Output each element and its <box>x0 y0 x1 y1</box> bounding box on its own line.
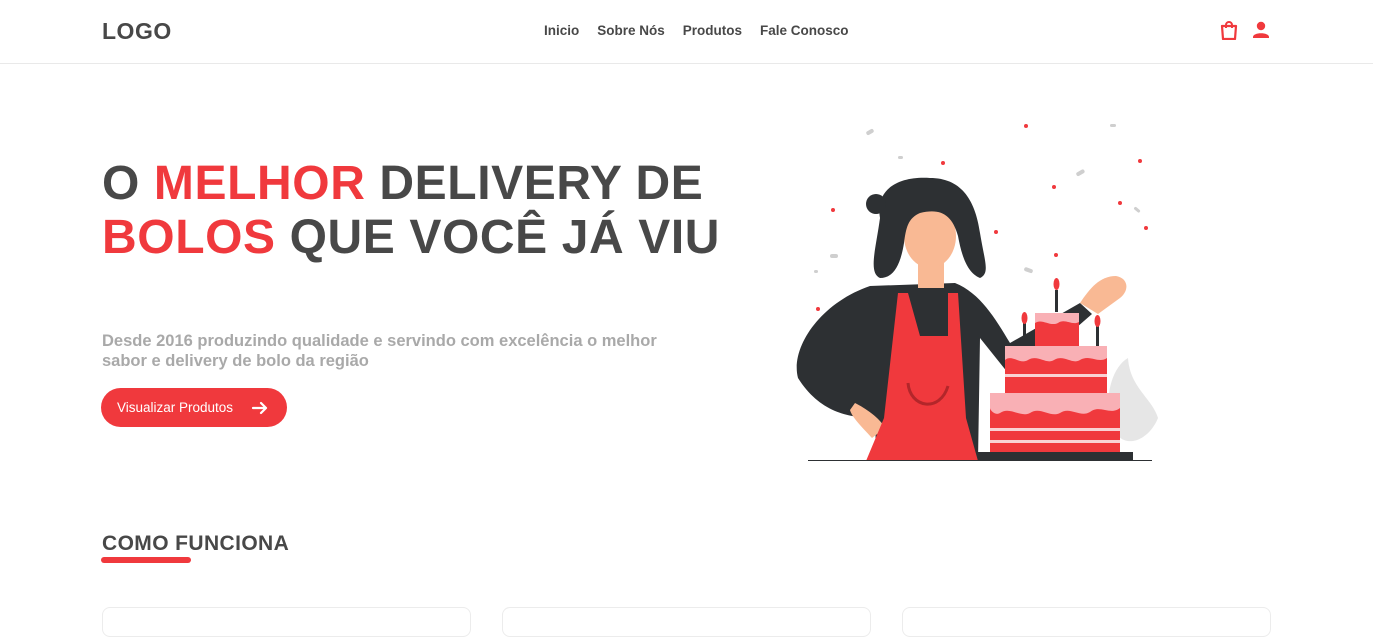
nav-link-produtos[interactable]: Produtos <box>683 23 742 38</box>
site-header: LOGO Inicio Sobre Nós Produtos Fale Cono… <box>0 0 1373 64</box>
cake-stand <box>978 452 1133 460</box>
hero-title-part: O <box>102 157 154 210</box>
view-products-button[interactable]: Visualizar Produtos <box>101 388 287 427</box>
header-actions <box>1219 20 1271 40</box>
nav-link-sobre-nos[interactable]: Sobre Nós <box>597 23 665 38</box>
hero-title: O MELHOR DELIVERY DE BOLOS QUE VOCÊ JÁ V… <box>102 157 722 265</box>
how-it-works-card <box>902 607 1271 637</box>
view-products-label: Visualizar Produtos <box>117 400 234 415</box>
logo[interactable]: LOGO <box>102 18 172 45</box>
baker-with-cake-illustration <box>796 124 1158 461</box>
baker-hair-bun <box>866 194 886 214</box>
user-icon[interactable] <box>1251 20 1271 40</box>
nav-link-fale-conosco[interactable]: Fale Conosco <box>760 23 849 38</box>
hero-title-accent-bolos: BOLOS <box>102 211 276 264</box>
section-title: COMO FUNCIONA <box>102 532 290 555</box>
hero-subtitle: Desde 2016 produzindo qualidade e servin… <box>102 332 657 370</box>
section-title-underline <box>101 557 191 563</box>
shopping-bag-icon[interactable] <box>1219 20 1239 40</box>
how-it-works-card <box>502 607 871 637</box>
cake-candle <box>1055 290 1058 312</box>
arrow-right-icon <box>251 401 268 414</box>
baker-hand <box>1080 276 1127 314</box>
nav-link-inicio[interactable]: Inicio <box>544 23 579 38</box>
hero-title-part: QUE VOCÊ JÁ VIU <box>275 211 721 264</box>
ground-line <box>808 460 1152 461</box>
hero-title-part: DELIVERY DE <box>365 157 704 210</box>
main-nav: Inicio Sobre Nós Produtos Fale Conosco <box>544 23 849 38</box>
how-it-works-card <box>102 607 471 637</box>
hero-title-accent-melhor: MELHOR <box>153 157 366 210</box>
